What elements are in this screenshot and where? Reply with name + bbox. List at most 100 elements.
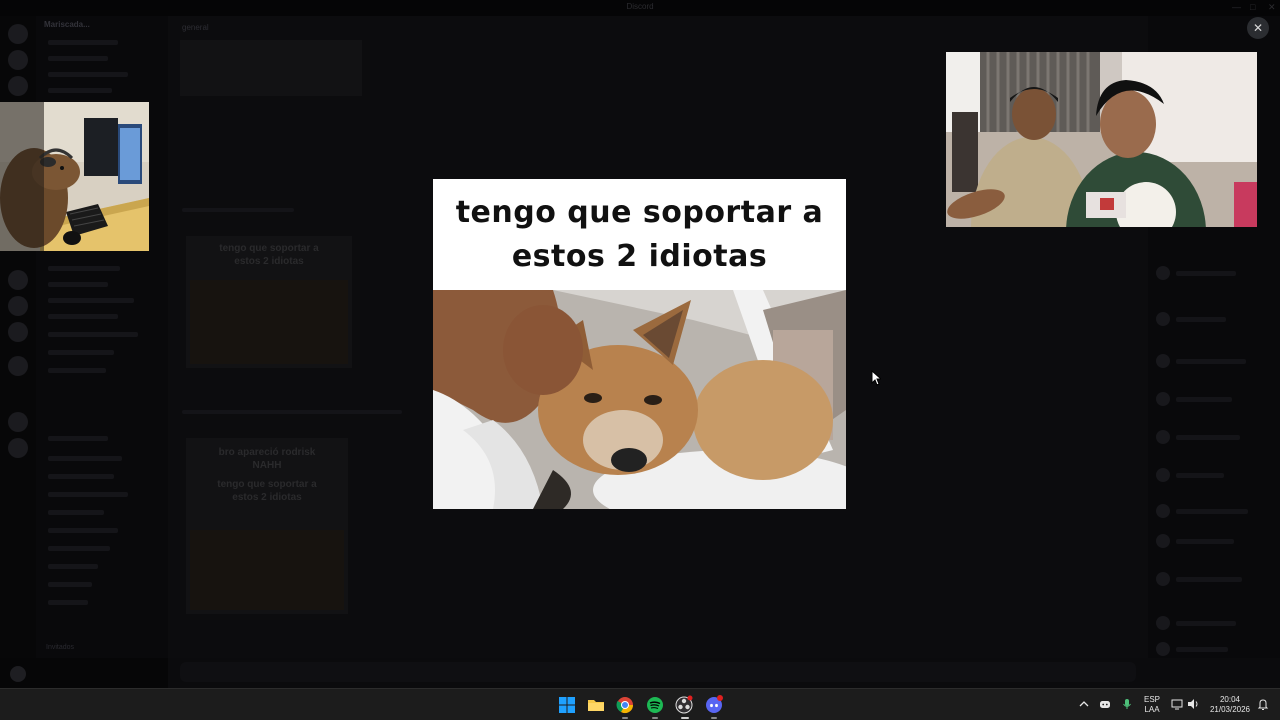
channel-item[interactable] [48,564,98,569]
channel-item[interactable] [48,298,134,303]
language-indicator[interactable]: ESP LAA [1140,695,1164,715]
server-icon[interactable] [8,270,28,290]
meme-caption: tengo que soportar a estos 2 idiotas [433,179,846,290]
add-server-icon[interactable] [8,412,28,432]
channel-item[interactable] [48,492,128,497]
member-name[interactable] [1176,509,1248,514]
embed-image [190,280,348,364]
title-bar: Discord — □ ✕ [0,0,1280,16]
message-input[interactable] [180,662,1136,682]
member-name[interactable] [1176,621,1236,626]
member-name[interactable] [1176,359,1246,364]
avatar[interactable] [1156,534,1170,548]
channel-item[interactable] [48,600,88,605]
window-close-icon[interactable]: ✕ [1268,2,1276,13]
member-name[interactable] [1176,539,1234,544]
member-name[interactable] [1176,577,1242,582]
channel-item[interactable] [48,88,112,93]
member-name[interactable] [1176,435,1240,440]
clock[interactable]: 20:04 21/03/2026 [1206,695,1254,715]
embed-caption-line: NAHH [252,460,282,471]
notification-bell-icon[interactable] [1256,697,1270,711]
avatar[interactable] [1156,616,1170,630]
file-explorer-icon[interactable] [586,695,606,715]
avatar[interactable] [1156,392,1170,406]
member-name[interactable] [1176,271,1236,276]
meme-caption-line: tengo que soportar a [455,194,824,230]
avatar[interactable] [1156,504,1170,518]
running-indicator [681,717,689,719]
channel-item[interactable] [48,266,120,271]
channel-item[interactable] [48,528,118,533]
close-icon[interactable]: ✕ [1247,17,1269,39]
server-icon[interactable] [8,322,28,342]
microphone-icon[interactable] [1120,697,1134,711]
camera-feed-left[interactable] [0,102,149,251]
channel-item[interactable] [48,456,122,461]
channel-item[interactable] [48,72,128,77]
channel-item[interactable] [48,436,108,441]
server-name[interactable]: Mariscada... [44,20,90,29]
mouse-cursor-icon [871,370,881,386]
server-icon[interactable] [8,24,28,44]
avatar[interactable] [1156,312,1170,326]
channel-item[interactable] [48,350,114,355]
embed-caption: bro apareció rodrisk NAHH tengo que sopo… [186,446,348,504]
member-name[interactable] [1176,647,1228,652]
member-name[interactable] [1176,473,1224,478]
discord-tray-icon[interactable] [1098,697,1112,711]
spotify-icon[interactable] [645,695,665,715]
server-icon[interactable] [8,296,28,316]
embed-image [190,530,344,610]
avatar[interactable] [1156,642,1170,656]
maximize-icon[interactable]: □ [1250,2,1255,12]
channel-item[interactable] [48,40,118,45]
obs-icon[interactable] [674,695,694,715]
clock-date: 21/03/2026 [1209,705,1251,714]
running-indicator [711,717,717,719]
server-icon[interactable] [8,50,28,70]
channel-category[interactable]: Invitados [46,644,74,651]
window-title: Discord [626,2,654,11]
channel-item[interactable] [48,56,108,61]
windows-start-icon[interactable] [557,695,577,715]
network-icon[interactable] [1170,697,1184,711]
media-viewer-image[interactable]: tengo que soportar a estos 2 idiotas [433,179,846,509]
member-name[interactable] [1176,397,1232,402]
explore-icon[interactable] [8,438,28,458]
message-image[interactable] [180,40,362,96]
channel-item[interactable] [48,474,114,479]
server-icon[interactable] [8,356,28,376]
channel-item[interactable] [48,510,104,515]
minimize-icon[interactable]: — [1232,2,1241,12]
channel-item[interactable] [48,546,110,551]
member-name[interactable] [1176,317,1226,322]
channel-item[interactable] [48,368,106,373]
taskbar: ESP LAA 20:04 21/03/2026 [0,688,1280,720]
avatar[interactable] [1156,354,1170,368]
channel-item[interactable] [48,314,118,319]
volume-icon[interactable] [1186,697,1200,711]
message-text [182,208,294,212]
channel-title: general [182,23,209,32]
camera-feed-right[interactable] [946,52,1257,227]
message-embed[interactable]: bro apareció rodrisk NAHH tengo que sopo… [186,438,348,614]
avatar[interactable] [10,666,26,682]
avatar[interactable] [1156,468,1170,482]
language-code: ESP [1143,695,1160,704]
meme-caption-line: estos 2 idiotas [511,238,768,274]
embed-caption-line: estos 2 idiotas [234,256,304,267]
embed-caption-line: tengo que soportar a [217,479,317,490]
channel-item[interactable] [48,582,92,587]
discord-icon[interactable] [704,695,724,715]
embed-caption: tengo que soportar a estos 2 idiotas [186,242,352,268]
message-embed[interactable]: tengo que soportar a estos 2 idiotas [186,236,352,368]
channel-item[interactable] [48,282,108,287]
avatar[interactable] [1156,430,1170,444]
chrome-icon[interactable] [615,695,635,715]
avatar[interactable] [1156,266,1170,280]
chevron-up-icon[interactable] [1077,697,1091,711]
avatar[interactable] [1156,572,1170,586]
server-icon[interactable] [8,76,28,96]
channel-item[interactable] [48,332,138,337]
